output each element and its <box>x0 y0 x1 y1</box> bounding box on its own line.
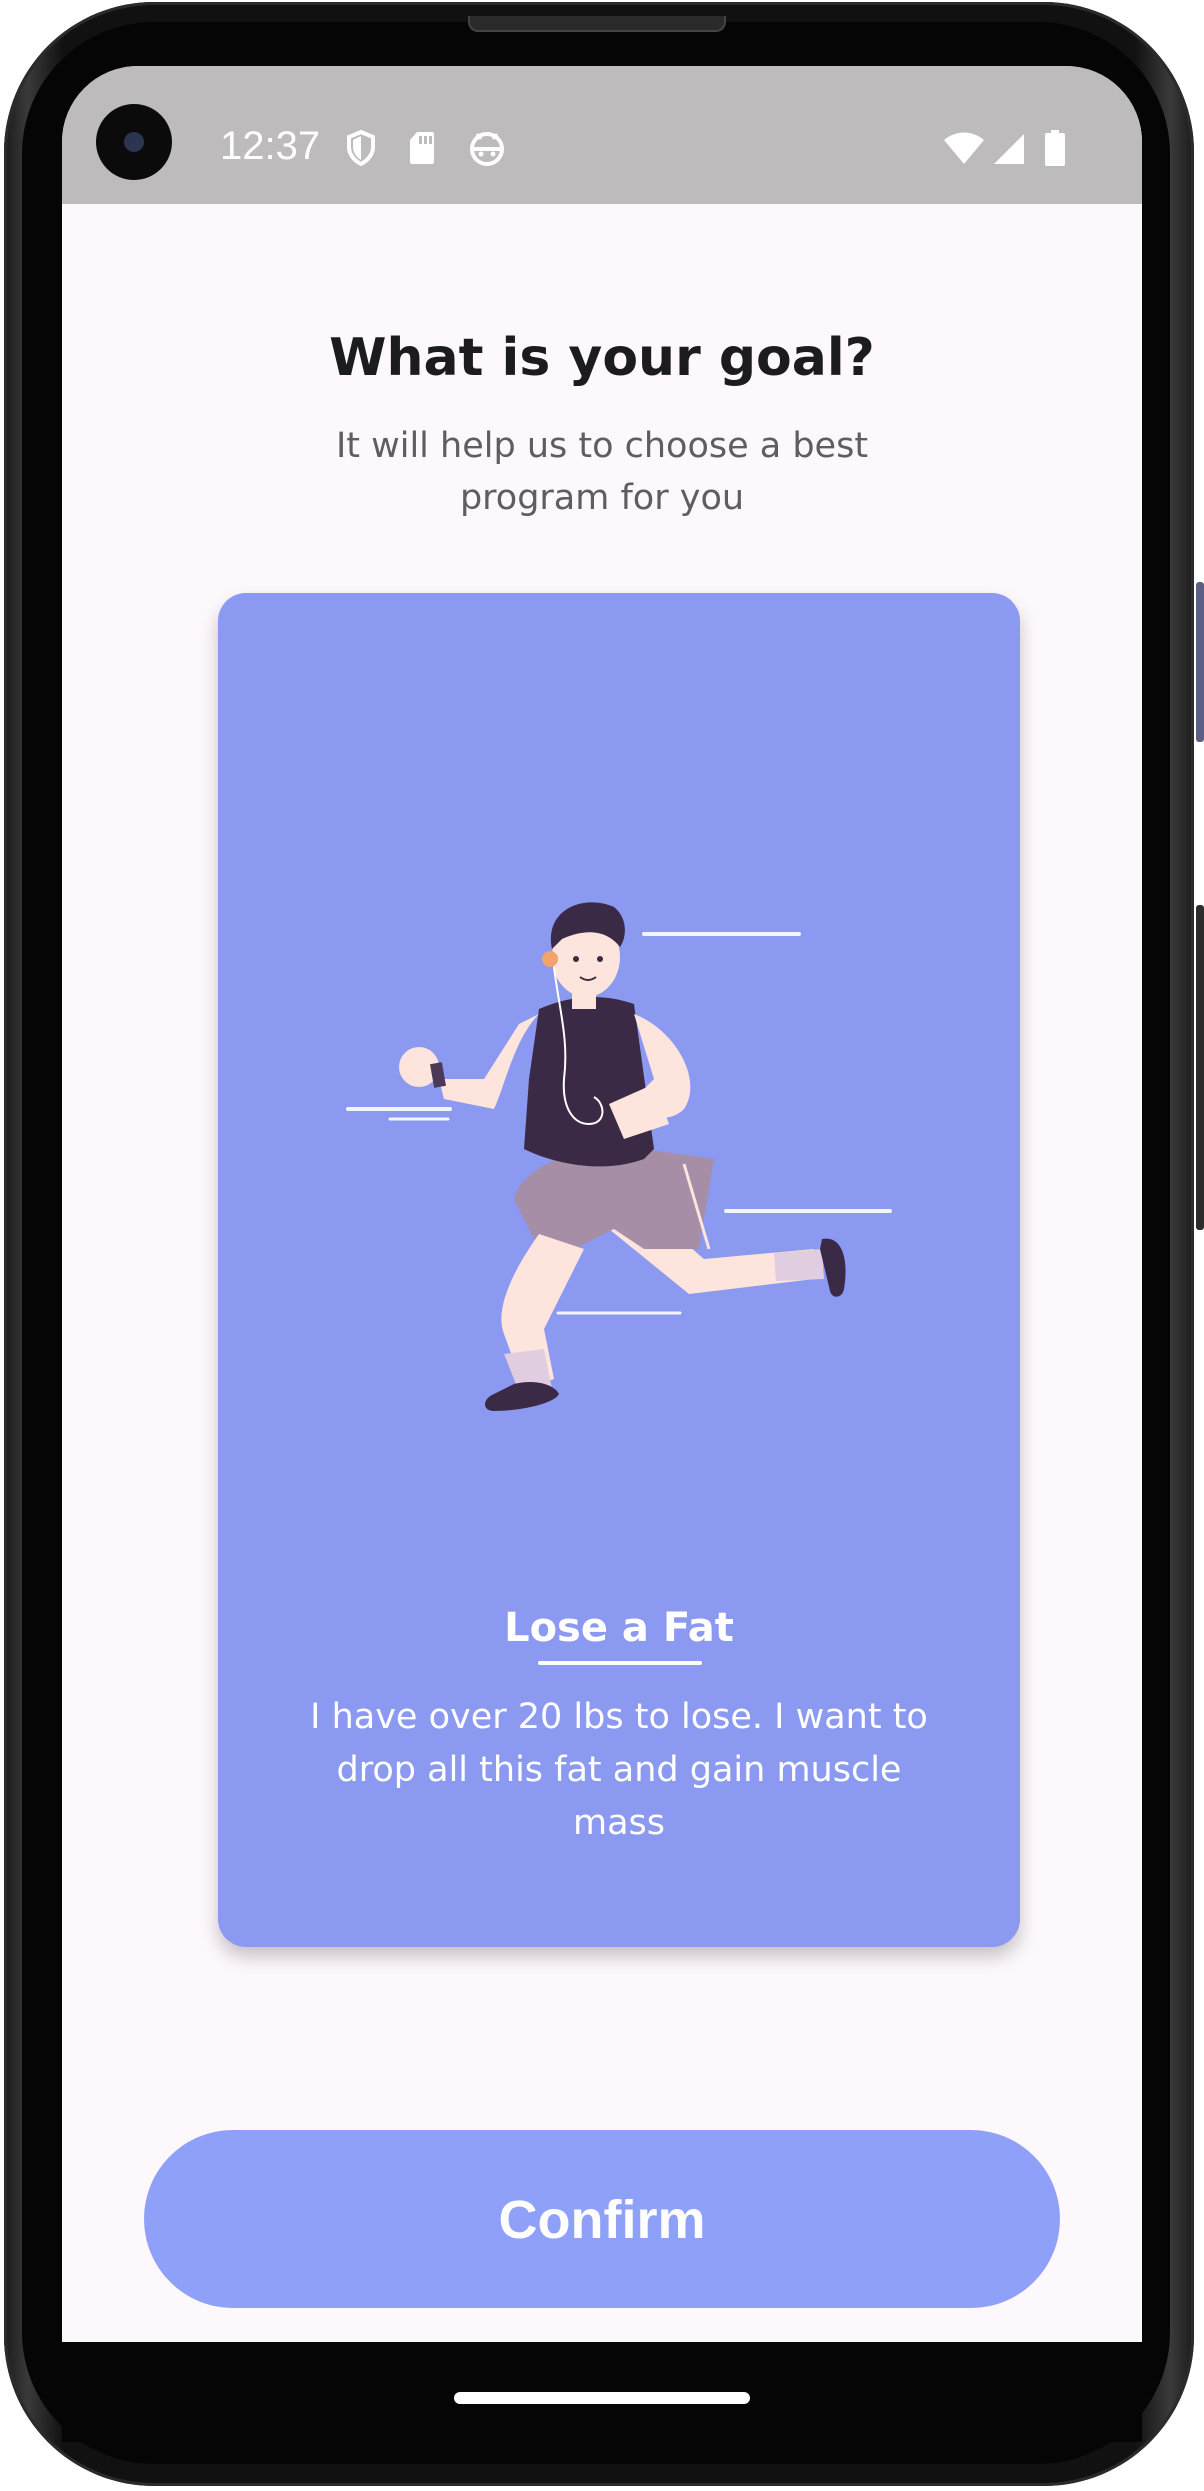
goal-card-lose-fat[interactable]: Lose a Fat I have over 20 lbs to lose. I… <box>218 593 1020 1947</box>
status-bar: 12:37 <box>62 66 1142 204</box>
android-face-icon <box>468 130 506 166</box>
running-man-illustration <box>346 902 892 1411</box>
status-time: 12:37 <box>220 124 321 168</box>
page-title: What is your goal? <box>329 328 875 388</box>
page-subtitle: It will help us to choose a best program… <box>335 426 869 518</box>
home-gesture-handle[interactable] <box>454 2392 750 2404</box>
confirm-button[interactable]: Confirm <box>144 2130 1060 2308</box>
navigation-bar <box>62 2342 1142 2442</box>
phone-frame: 12:37 What is your goal? It will help us… <box>0 0 1204 2491</box>
earpiece-speaker <box>468 16 726 32</box>
card-description: I have over 20 lbs to lose. I want to dr… <box>310 1697 928 1843</box>
front-camera <box>96 104 172 180</box>
volume-button <box>1196 582 1204 742</box>
signal-icon <box>992 132 1026 166</box>
wifi-icon <box>942 132 986 166</box>
sd-card-icon <box>408 130 436 166</box>
card-title-underline <box>538 1661 702 1665</box>
app-screen: 12:37 What is your goal? It will help us… <box>62 66 1142 2342</box>
battery-icon <box>1044 130 1066 166</box>
power-button <box>1196 905 1204 1230</box>
card-title: Lose a Fat <box>504 1605 734 1651</box>
shield-icon <box>346 130 376 166</box>
